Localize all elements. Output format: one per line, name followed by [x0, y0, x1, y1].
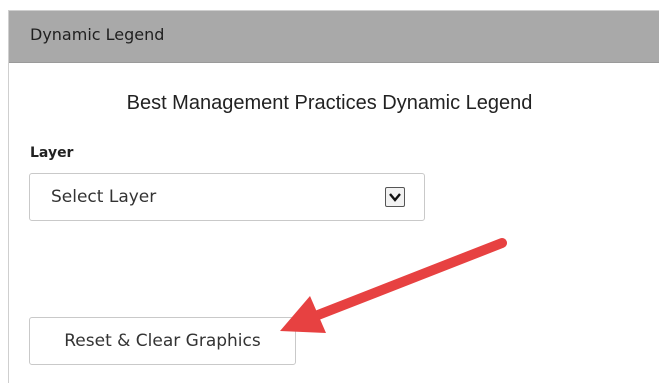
layer-select-value: Select Layer	[51, 187, 157, 207]
legend-title: Best Management Practices Dynamic Legend	[126, 92, 533, 114]
reset-clear-graphics-button[interactable]: Reset & Clear Graphics	[29, 317, 296, 365]
layer-select[interactable]: Select Layer	[29, 173, 425, 221]
layer-label: Layer	[30, 145, 74, 161]
panel-header: Dynamic Legend	[9, 11, 659, 63]
chevron-down-icon[interactable]	[385, 187, 405, 207]
panel-title: Dynamic Legend	[30, 25, 165, 44]
